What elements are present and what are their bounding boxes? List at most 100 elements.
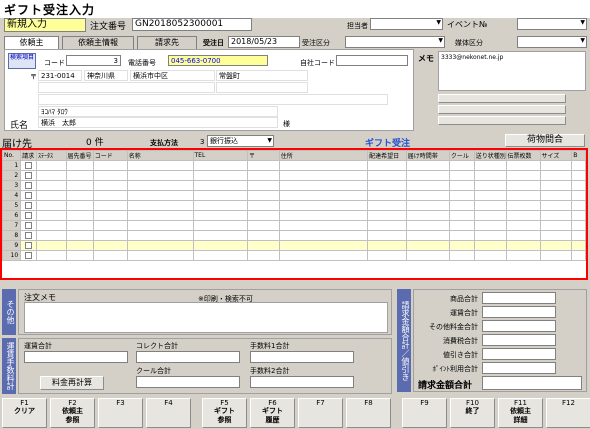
table-row[interactable]: 5	[1, 200, 586, 211]
table-row[interactable]: 7	[1, 220, 586, 231]
fkey-f8-button[interactable]: F8	[346, 398, 391, 428]
grid-cell[interactable]	[36, 220, 67, 231]
grid-cell[interactable]	[571, 160, 586, 171]
grid-cell[interactable]	[405, 170, 450, 181]
kana-field[interactable]: ﾖｺﾊﾏ ﾀﾛｳ	[38, 106, 278, 117]
grid-cell[interactable]	[405, 200, 450, 211]
grid-cell[interactable]	[65, 180, 94, 191]
grid-cell[interactable]	[92, 250, 128, 261]
fee1-total-field[interactable]	[250, 351, 354, 363]
grid-cell[interactable]	[278, 240, 369, 251]
grand-total-field[interactable]	[482, 376, 582, 390]
grid-cell[interactable]	[65, 220, 94, 231]
total-field[interactable]	[482, 292, 556, 304]
grid-cell[interactable]	[65, 190, 94, 201]
grid-cell[interactable]	[92, 160, 128, 171]
total-field[interactable]	[482, 334, 556, 346]
fkey-f5-button[interactable]: F5 ギフト 参照	[202, 398, 247, 428]
total-field[interactable]	[482, 348, 556, 360]
order-no-field[interactable]: GN2018052300001	[132, 18, 252, 31]
table-row[interactable]: 4	[1, 190, 586, 201]
bill-checkbox[interactable]	[25, 192, 33, 199]
cool-total-field[interactable]	[136, 376, 240, 388]
grid-cell[interactable]	[473, 160, 507, 171]
grid-cell[interactable]	[473, 250, 507, 261]
grid-cell[interactable]	[505, 210, 541, 221]
grid-cell[interactable]	[36, 240, 67, 251]
tab-client[interactable]: 依頼主	[4, 36, 59, 49]
memo-button-3[interactable]	[438, 116, 566, 125]
bill-checkbox[interactable]	[25, 252, 33, 259]
fkey-f6-button[interactable]: F6 ギフト 履歴	[250, 398, 295, 428]
grid-cell[interactable]	[539, 180, 573, 191]
bill-cell[interactable]	[20, 240, 38, 251]
grid-cell[interactable]	[448, 180, 475, 191]
grid-cell[interactable]	[246, 170, 280, 181]
grid-cell[interactable]	[36, 230, 67, 241]
grid-cell[interactable]	[448, 210, 475, 221]
grid-cell[interactable]	[278, 250, 369, 261]
grid-cell[interactable]	[278, 230, 369, 241]
table-row[interactable]: 8	[1, 230, 586, 241]
name-field[interactable]: 横浜 太郎	[38, 117, 278, 128]
grid-cell[interactable]	[539, 200, 573, 211]
grid-cell[interactable]	[448, 250, 475, 261]
table-row[interactable]: 3	[1, 180, 586, 191]
grid-cell[interactable]	[473, 200, 507, 211]
grid-cell[interactable]	[539, 190, 573, 201]
grid-cell[interactable]	[505, 200, 541, 211]
grid-cell[interactable]	[126, 250, 194, 261]
grid-cell[interactable]	[448, 170, 475, 181]
grid-cell[interactable]	[571, 170, 586, 181]
grid-cell[interactable]	[571, 190, 586, 201]
code-field[interactable]: 3	[66, 55, 121, 66]
grid-cell[interactable]	[473, 240, 507, 251]
bill-cell[interactable]	[20, 200, 38, 211]
grid-cell[interactable]	[448, 200, 475, 211]
grid-cell[interactable]	[36, 180, 67, 191]
grid-cell[interactable]	[405, 160, 450, 171]
grid-cell[interactable]	[405, 250, 450, 261]
grid-cell[interactable]	[278, 190, 369, 201]
address3-field[interactable]	[216, 82, 308, 93]
bill-checkbox[interactable]	[25, 172, 33, 179]
grid-cell[interactable]	[246, 220, 280, 231]
grid-cell[interactable]	[367, 190, 407, 201]
grid-cell[interactable]	[448, 240, 475, 251]
bill-checkbox[interactable]	[25, 182, 33, 189]
grid-cell[interactable]	[92, 210, 128, 221]
town-field[interactable]: 常盤町	[216, 70, 308, 81]
grid-cell[interactable]	[192, 230, 248, 241]
grid-cell[interactable]	[448, 230, 475, 241]
grid-cell[interactable]	[192, 190, 248, 201]
fkey-f10-button[interactable]: F10 終了	[450, 398, 495, 428]
grid-cell[interactable]	[448, 220, 475, 231]
grid-cell[interactable]	[539, 220, 573, 231]
order-memo-field[interactable]	[24, 302, 388, 333]
grid-cell[interactable]	[367, 170, 407, 181]
table-row[interactable]: 10	[1, 250, 586, 261]
grid-cell[interactable]	[65, 250, 94, 261]
tab-client-info[interactable]: 依頼主情報	[62, 36, 134, 49]
grid-cell[interactable]	[571, 230, 586, 241]
grid-cell[interactable]	[92, 180, 128, 191]
grid-cell[interactable]	[126, 240, 194, 251]
medium-select[interactable]	[517, 36, 587, 48]
grid-cell[interactable]	[539, 160, 573, 171]
fkey-f9-button[interactable]: F9	[402, 398, 447, 428]
grid-cell[interactable]	[65, 210, 94, 221]
grid-cell[interactable]	[278, 160, 369, 171]
grid-cell[interactable]	[192, 160, 248, 171]
grid-cell[interactable]	[246, 240, 280, 251]
fkey-f11-button[interactable]: F11 依頼主 詳細	[498, 398, 543, 428]
fkey-f1-button[interactable]: F1 クリア	[2, 398, 47, 428]
grid-cell[interactable]	[473, 190, 507, 201]
grid-cell[interactable]	[65, 160, 94, 171]
recalc-button[interactable]: 料金再計算	[40, 376, 104, 390]
grid-cell[interactable]	[65, 240, 94, 251]
grid-cell[interactable]	[126, 180, 194, 191]
fkey-f4-button[interactable]: F4	[146, 398, 191, 428]
grid-cell[interactable]	[505, 160, 541, 171]
table-row[interactable]: 1	[1, 160, 586, 171]
grid-cell[interactable]	[571, 220, 586, 231]
